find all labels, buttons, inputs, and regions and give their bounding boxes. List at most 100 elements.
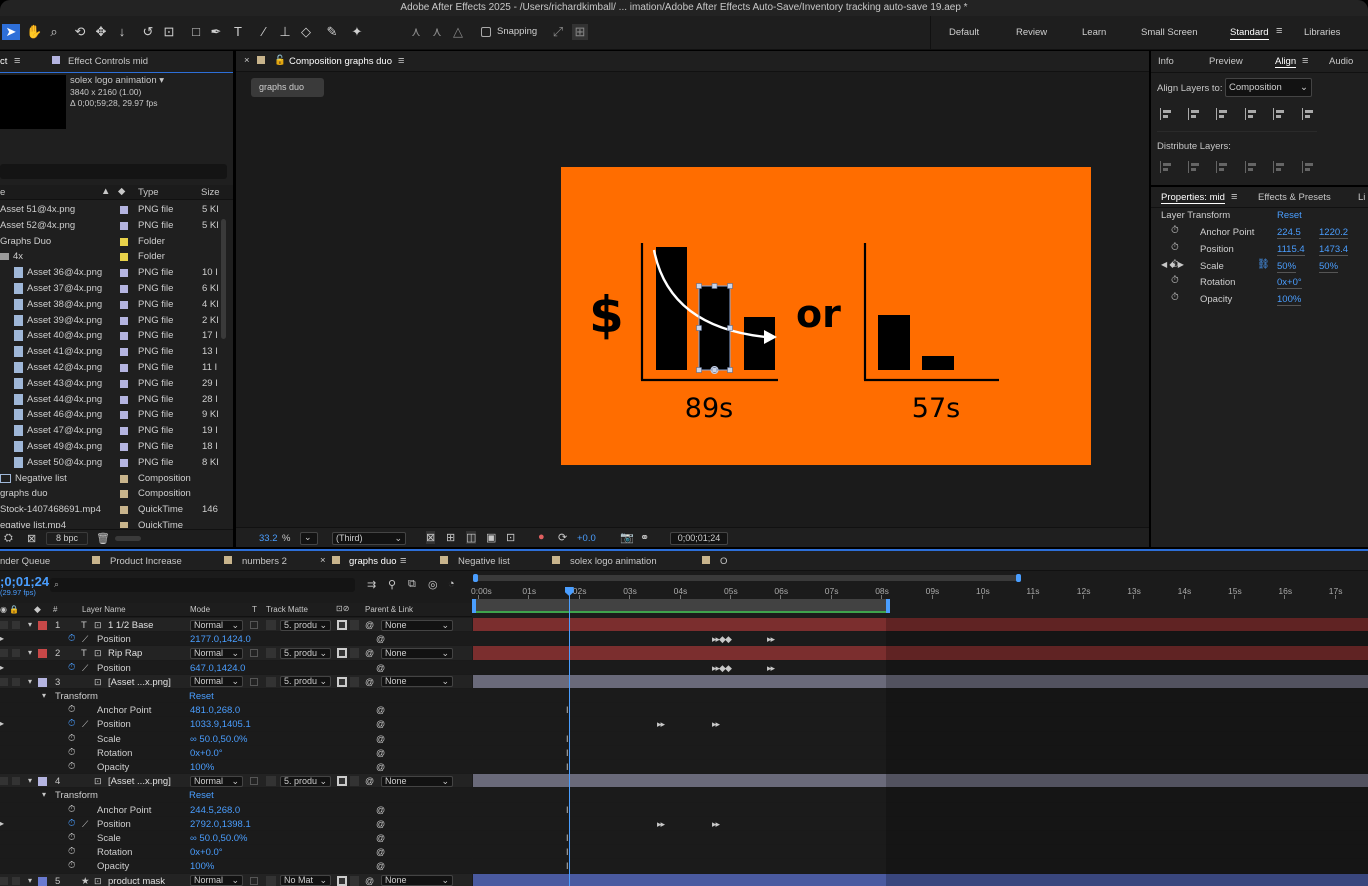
property-row[interactable]: ▸ ⏱ ⟋ Position 2792.0,1398.1 @ [0, 816, 472, 832]
layer-name[interactable]: [Asset ...x.png] [108, 676, 171, 690]
project-item[interactable]: Asset 38@4x.png PNG file 4 KI [0, 297, 230, 313]
project-scrollbar[interactable] [221, 219, 226, 339]
clone-stamp-tool-icon[interactable]: ⊥ [277, 24, 293, 40]
distribute-top-icon[interactable] [1160, 161, 1172, 173]
matte-alpha-icon[interactable] [337, 875, 347, 886]
tab-composition[interactable]: Composition graphs duo [289, 56, 392, 67]
matte-invert-icon[interactable] [350, 776, 359, 787]
workspace-default[interactable]: Default [949, 27, 979, 38]
layer-label-swatch[interactable] [38, 777, 47, 787]
tab-align[interactable]: Align [1275, 56, 1297, 68]
parent-dropdown[interactable]: None ⌄ [381, 647, 453, 659]
project-item[interactable]: Asset 39@4x.png PNG file 2 KI [0, 313, 230, 329]
preserve-transparency-checkbox[interactable] [250, 649, 258, 658]
distribute-vertical-center-icon[interactable] [1188, 161, 1200, 173]
stopwatch-icon[interactable]: ⏱ [1171, 225, 1179, 236]
property-row[interactable]: ▾ Transform Reset [0, 689, 472, 704]
layer-row[interactable]: ▾ 3 ⊡ [Asset ...x.png] Normal ⌄ 5. produ ⌄ @ None… [0, 674, 472, 690]
preserve-transparency-checkbox[interactable] [250, 677, 258, 686]
work-area-start[interactable] [472, 599, 476, 613]
project-item[interactable]: Stock-1407468691.mp4 QuickTime 146 [0, 502, 230, 518]
stopwatch-icon[interactable]: ⏱ [68, 746, 75, 760]
workspace-small-screen[interactable]: Small Screen [1141, 27, 1198, 38]
orbit-camera-icon[interactable]: ⟲ [72, 24, 88, 40]
twirl-down-icon[interactable]: ▾ [28, 646, 32, 660]
track-matte-pickwhip-icon[interactable] [266, 648, 276, 659]
stopwatch-icon[interactable]: ⏱ [68, 817, 75, 831]
property-value-1[interactable]: 0x+0° [1277, 277, 1302, 290]
matte-invert-icon[interactable] [350, 676, 359, 687]
resolution-dropdown[interactable]: (Third) ⌄ [332, 532, 406, 545]
matte-invert-icon[interactable] [350, 620, 359, 630]
property-row[interactable]: ⏱ Anchor Point 481.0,268.0 @ [0, 703, 472, 718]
stopwatch-icon[interactable]: ⏱ [68, 661, 75, 675]
project-item[interactable]: Graphs Duo Folder [0, 234, 230, 250]
stopwatch-icon[interactable]: ⏱ [68, 859, 75, 873]
tab-effect-controls[interactable]: Effect Controls mid [68, 56, 148, 67]
twirl-down-icon[interactable]: ▾ [28, 874, 32, 886]
project-item[interactable]: Asset 49@4x.png PNG file 18 I [0, 439, 230, 455]
close-tab-icon[interactable]: × [244, 55, 250, 66]
col-name[interactable]: e [0, 187, 5, 198]
property-row[interactable]: ⏱ Opacity 100% @ [0, 760, 472, 775]
property-row[interactable]: ⏱ Rotation 0x+0.0° @ [0, 845, 472, 860]
keyframe-icon[interactable]: ▸▸ [712, 717, 720, 731]
matte-invert-icon[interactable] [350, 648, 359, 659]
parent-pickwhip-icon[interactable]: @ [365, 675, 374, 689]
property-value[interactable]: 1033.9,1405.1 [190, 718, 251, 732]
track-matte-pickwhip-icon[interactable] [266, 676, 276, 687]
property-row[interactable]: ⏱ Opacity 100% @ [0, 859, 472, 874]
layer-name[interactable]: product mask [108, 875, 165, 886]
parent-pickwhip-icon[interactable]: @ [365, 774, 374, 788]
brush-tool-icon[interactable]: ⁄ [256, 24, 272, 40]
parent-pickwhip-icon[interactable]: @ [365, 618, 374, 632]
expression-pickwhip-icon[interactable]: @ [376, 732, 385, 746]
keyframe-icon[interactable]: ▸▸ [767, 632, 775, 646]
preserve-transparency-checkbox[interactable] [250, 621, 258, 629]
color-channels-icon[interactable]: ● [538, 531, 545, 543]
track-matte-dropdown[interactable]: 5. produ ⌄ [280, 647, 331, 659]
layer-label-swatch[interactable] [38, 621, 47, 630]
local-axis-icon[interactable]: ⋏ [408, 24, 424, 40]
stopwatch-icon[interactable]: ⏱ [68, 760, 75, 774]
blend-mode-dropdown[interactable]: Normal ⌄ [190, 676, 243, 688]
3d-view-icon[interactable]: ▣ [486, 531, 496, 544]
property-value[interactable]: 647.0,1424.0 [190, 662, 245, 676]
property-value[interactable]: 2792.0,1398.1 [190, 818, 251, 832]
world-axis-icon[interactable]: ⋏ [429, 24, 445, 40]
new-comp-icon[interactable]: ⊠ [27, 532, 36, 545]
property-value[interactable]: ∞ 50.0,50.0% [190, 733, 247, 747]
lock-switch[interactable] [12, 777, 20, 786]
constrain-proportions-icon[interactable]: ⛓ [1257, 259, 1270, 270]
project-item[interactable]: Asset 40@4x.png PNG file 17 I [0, 328, 230, 344]
project-item[interactable]: egative list.mp4 QuickTime [0, 518, 230, 528]
stopwatch-icon[interactable]: ⏱ [68, 703, 75, 717]
align-vertical-center-icon[interactable] [1273, 108, 1285, 120]
project-item[interactable]: Asset 44@4x.png PNG file 28 I [0, 392, 230, 408]
zoom-value[interactable]: 33.2 [259, 533, 278, 544]
project-item[interactable]: Asset 46@4x.png PNG file 9 KI [0, 407, 230, 423]
layer-row[interactable]: ▾ 5 ★ ⊡ product mask Normal ⌄ No Mat ⌄ @ None ⌄ [0, 873, 472, 886]
blend-mode-dropdown[interactable]: Normal ⌄ [190, 647, 243, 659]
rotate-tool-icon[interactable]: ↺ [140, 24, 156, 40]
solo-switch[interactable] [0, 621, 8, 629]
snapshot-icon[interactable]: 📷 [620, 531, 634, 544]
property-value-1[interactable]: 100% [1277, 294, 1302, 307]
keyframe-icon[interactable]: I [566, 831, 568, 845]
tab-libraries[interactable]: Li [1358, 192, 1365, 203]
project-item[interactable]: Asset 36@4x.png PNG file 10 I [0, 265, 230, 281]
align-top-icon[interactable] [1245, 108, 1257, 120]
distribute-right-icon[interactable] [1302, 161, 1314, 173]
view-layout-icon[interactable]: ⊡ [506, 531, 515, 544]
project-item[interactable]: 4x Folder [0, 249, 230, 265]
col-size[interactable]: Size [201, 187, 219, 198]
track-matte-dropdown[interactable]: No Mat ⌄ [280, 875, 331, 886]
layer-row[interactable]: ▾ 1 T ⊡ 1 1/2 Base Normal ⌄ 5. produ ⌄ @ None ⌄ [0, 618, 472, 633]
graph-editor-icon[interactable]: ⟋ [82, 717, 88, 731]
parent-pickwhip-icon[interactable]: @ [365, 874, 374, 886]
blend-mode-dropdown[interactable]: Normal ⌄ [190, 875, 243, 886]
keyframe-icon[interactable]: ▸▸◆◆ [712, 661, 732, 675]
keyframe-icon[interactable]: I [566, 732, 568, 746]
transform-reset-link[interactable]: Reset [189, 789, 214, 803]
comp-canvas[interactable]: $ or 89s 57s [561, 167, 1091, 465]
